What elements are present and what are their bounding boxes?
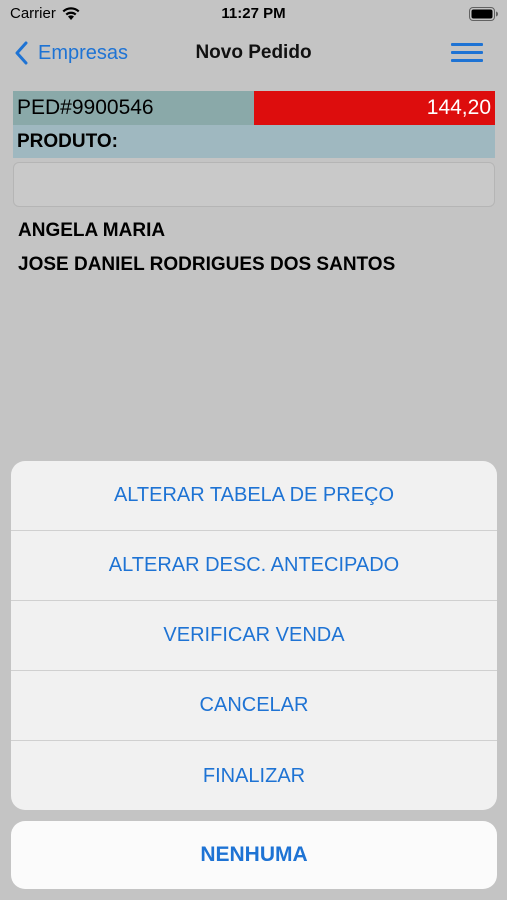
client-item[interactable]: JOSE DANIEL RODRIGUES DOS SANTOS xyxy=(18,248,498,282)
finalizar-button[interactable]: FINALIZAR xyxy=(11,741,497,810)
cancelar-button[interactable]: CANCELAR xyxy=(11,671,497,741)
product-label: PRODUTO: xyxy=(13,125,495,158)
navigation-bar: Empresas Novo Pedido xyxy=(0,28,507,78)
nenhuma-button[interactable]: NENHUMA xyxy=(11,821,497,889)
status-bar: Carrier 11:27 PM xyxy=(0,0,507,28)
order-header: PED#9900546 144,20 xyxy=(13,91,495,125)
alterar-tabela-preco-button[interactable]: ALTERAR TABELA DE PREÇO xyxy=(11,461,497,531)
alterar-desc-antecipado-button[interactable]: ALTERAR DESC. ANTECIPADO xyxy=(11,531,497,601)
product-input[interactable] xyxy=(13,162,495,207)
action-sheet: ALTERAR TABELA DE PREÇO ALTERAR DESC. AN… xyxy=(11,461,497,810)
clock: 11:27 PM xyxy=(221,5,286,22)
back-button-label: Empresas xyxy=(38,41,129,64)
order-total: 144,20 xyxy=(254,91,495,125)
back-button[interactable]: Empresas xyxy=(14,38,128,68)
hamburger-menu-icon[interactable] xyxy=(451,41,485,65)
battery-icon xyxy=(469,7,498,21)
screen: Carrier 11:27 PM Empresas Novo Pedido PE… xyxy=(0,0,507,900)
client-list: ANGELA MARIA JOSE DANIEL RODRIGUES DOS S… xyxy=(18,214,498,282)
order-id: PED#9900546 xyxy=(13,91,254,125)
client-item[interactable]: ANGELA MARIA xyxy=(18,214,498,248)
chevron-left-icon xyxy=(15,41,28,65)
verificar-venda-button[interactable]: VERIFICAR VENDA xyxy=(11,601,497,671)
